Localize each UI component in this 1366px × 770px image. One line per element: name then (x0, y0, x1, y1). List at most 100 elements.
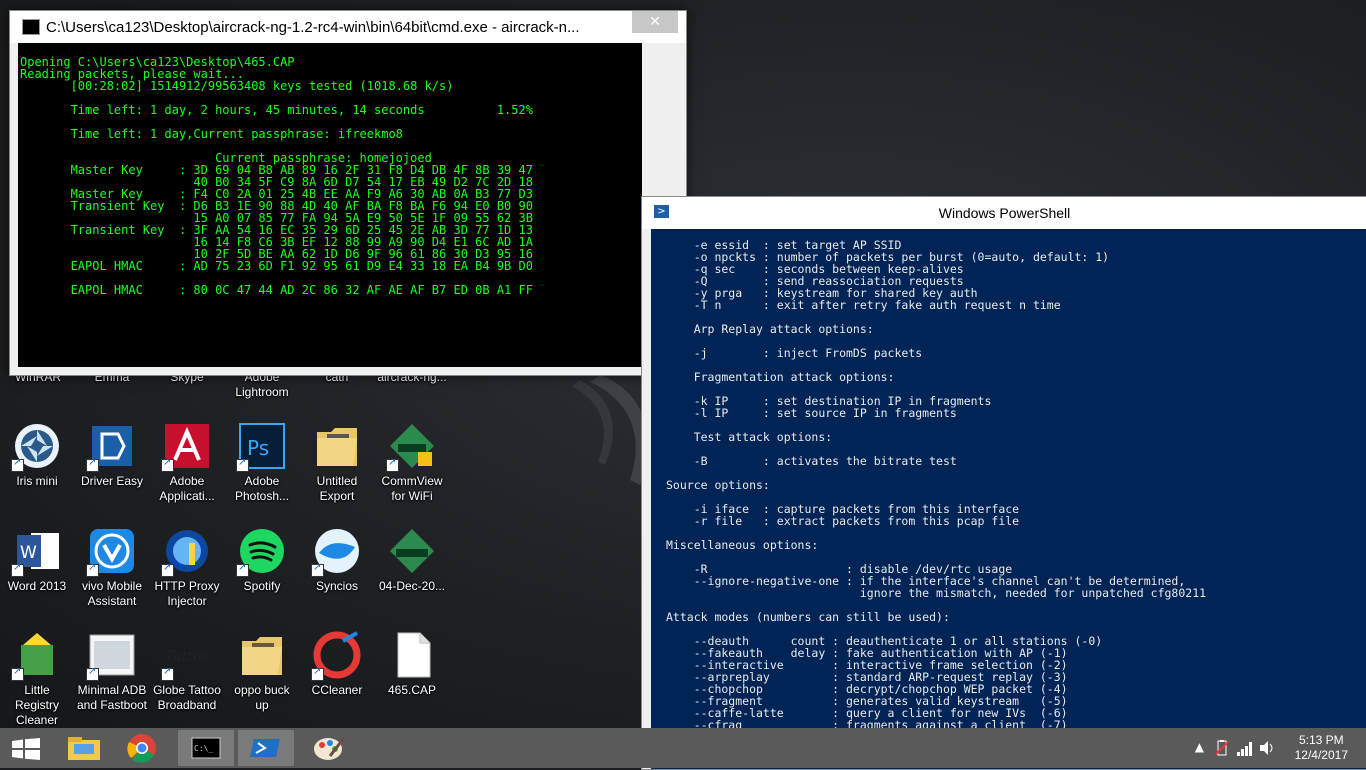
syncios-icon (311, 527, 361, 577)
cmd-console[interactable]: Opening C:\Users\ca123\Desktop\465.CAP R… (18, 43, 642, 367)
paint-icon (314, 737, 346, 760)
desktop-icon-globe-tattoo[interactable]: Tattoo Globe Tattoo Broadband (151, 631, 223, 713)
icon-label: Driver Easy (80, 474, 143, 488)
word-icon: W (11, 527, 61, 577)
desktop-icon-04-dec[interactable]: 04-Dec-20... (376, 527, 448, 594)
registry-cleaner-icon (11, 631, 61, 681)
icon-label: 04-Dec-20... (378, 579, 446, 593)
clock-time: 5:13 PM (1298, 733, 1344, 747)
svg-text:Tattoo: Tattoo (165, 649, 210, 665)
icon-label: CommView for WiFi (381, 474, 443, 503)
taskbar-clock[interactable]: 5:13 PM 12/4/2017 (1295, 733, 1348, 763)
file-explorer-icon (68, 737, 100, 760)
cmd-icon (22, 19, 40, 35)
taskbar: C:\_ ▲ 5:13 PM 12/4/2017 (0, 728, 1366, 768)
shortcut-arrow-icon (311, 666, 324, 681)
icon-label: Little Registry Cleaner (14, 683, 59, 727)
powershell-window[interactable]: > Windows PowerShell -e essid : set targ… (641, 196, 1366, 770)
shortcut-arrow-icon (386, 457, 399, 472)
adobe-icon (161, 422, 211, 472)
desktop-icon-photoshop[interactable]: Ps Adobe Photosh... (226, 422, 298, 504)
http-proxy-icon (161, 527, 211, 577)
shortcut-arrow-icon (161, 666, 174, 681)
svg-text:W: W (20, 543, 37, 563)
desktop-icon-465-cap[interactable]: 465.CAP (376, 631, 448, 698)
folder-icon (238, 631, 286, 679)
taskbar-cmd[interactable]: C:\_ (178, 730, 234, 766)
shortcut-arrow-icon (86, 562, 99, 577)
vivo-icon (86, 527, 136, 577)
shortcut-arrow-icon (161, 457, 174, 472)
cmd-window[interactable]: C:\Users\ca123\Desktop\aircrack-ng-1.2-r… (9, 10, 687, 376)
icon-label: Word 2013 (7, 579, 67, 593)
adb-icon (86, 631, 136, 681)
taskbar-powershell[interactable] (238, 730, 294, 766)
shortcut-arrow-icon (311, 562, 324, 577)
desktop-icon-http-proxy-injector[interactable]: HTTP Proxy Injector (151, 527, 223, 609)
driver-easy-icon (86, 422, 136, 472)
desktop-icon-adobe-application[interactable]: Adobe Applicati... (151, 422, 223, 504)
icon-label: vivo Mobile Assistant (81, 579, 143, 608)
desktop-icon-iris-mini[interactable]: Iris mini (1, 422, 73, 489)
network-signal-icon[interactable] (1236, 740, 1254, 756)
battery-icon[interactable] (1214, 740, 1230, 756)
spotify-icon (236, 527, 286, 577)
photoshop-icon: Ps (236, 422, 286, 472)
icon-label: 465.CAP (387, 683, 437, 697)
desktop-icon-oppo-buck-up[interactable]: oppo buck up (226, 631, 298, 713)
desktop-icon-vivo-mobile-assistant[interactable]: vivo Mobile Assistant (76, 527, 148, 609)
icon-label: Spotify (243, 579, 281, 593)
globe-tattoo-icon: Tattoo (161, 631, 211, 681)
taskbar-file-explorer[interactable] (56, 730, 112, 766)
powershell-output: -e essid : set target AP SSID -o npckts … (666, 238, 1207, 755)
svg-text:Ps: Ps (247, 436, 269, 460)
volume-icon[interactable] (1258, 740, 1276, 756)
clock-date: 12/4/2017 (1294, 748, 1348, 762)
cmd-title: C:\Users\ca123\Desktop\aircrack-ng-1.2-r… (46, 18, 580, 36)
icon-label: Adobe Applicati... (159, 474, 215, 503)
icon-label: HTTP Proxy Injector (154, 579, 220, 608)
powershell-icon (250, 739, 280, 757)
folder-icon (313, 422, 361, 470)
cmd-output: Opening C:\Users\ca123\Desktop\465.CAP R… (20, 55, 533, 297)
icon-label: Adobe Photosh... (234, 474, 290, 503)
icon-label: CCleaner (311, 683, 363, 697)
svg-text:C:\_: C:\_ (194, 744, 213, 753)
icon-label: Globe Tattoo Broadband (153, 683, 221, 712)
icon-label: Untitled Export (316, 474, 358, 503)
shortcut-arrow-icon (86, 666, 99, 681)
show-hidden-icons-chevron-up-icon[interactable]: ▲ (1195, 740, 1204, 754)
desktop-icon-word-2013[interactable]: W Word 2013 (1, 527, 73, 594)
shortcut-arrow-icon (236, 457, 249, 472)
desktop-icon-minimal-adb[interactable]: Minimal ADB and Fastboot (76, 631, 148, 713)
ccleaner-icon (311, 631, 361, 681)
powershell-titlebar[interactable]: > Windows PowerShell (642, 197, 1366, 229)
icon-label: Syncios (315, 579, 359, 593)
desktop-icon-little-registry-cleaner[interactable]: Little Registry Cleaner (1, 631, 73, 728)
desktop-icon-ccleaner[interactable]: CCleaner (301, 631, 373, 698)
icon-label: Minimal ADB and Fastboot (76, 683, 148, 712)
desktop-icon-syncios[interactable]: Syncios (301, 527, 373, 594)
icon-label: Iris mini (16, 474, 58, 488)
icon-label: oppo buck up (234, 683, 290, 712)
desktop-icon-commview[interactable]: CommView for WiFi (376, 422, 448, 504)
powershell-console[interactable]: -e essid : set target AP SSID -o npckts … (651, 229, 1366, 769)
desktop-icon-untitled-export[interactable]: Untitled Export (301, 422, 373, 504)
iris-icon (11, 422, 61, 472)
shortcut-arrow-icon (11, 457, 24, 472)
shortcut-arrow-icon (11, 562, 24, 577)
start-button[interactable] (12, 738, 40, 760)
desktop-icon-driver-easy[interactable]: Driver Easy (76, 422, 148, 489)
chrome-icon (127, 734, 156, 763)
shortcut-arrow-icon (86, 457, 99, 472)
taskbar-paint[interactable] (300, 730, 356, 766)
shortcut-arrow-icon (236, 562, 249, 577)
powershell-title: Windows PowerShell (938, 205, 1071, 221)
cmd-icon: C:\_ (191, 737, 221, 759)
taskbar-chrome[interactable] (114, 730, 170, 766)
cmd-titlebar[interactable]: C:\Users\ca123\Desktop\aircrack-ng-1.2-r… (10, 11, 686, 43)
close-button[interactable]: ✕ (632, 11, 678, 33)
shortcut-arrow-icon (161, 562, 174, 577)
desktop-icon-spotify[interactable]: Spotify (226, 527, 298, 594)
commview-capture-icon (388, 527, 436, 575)
